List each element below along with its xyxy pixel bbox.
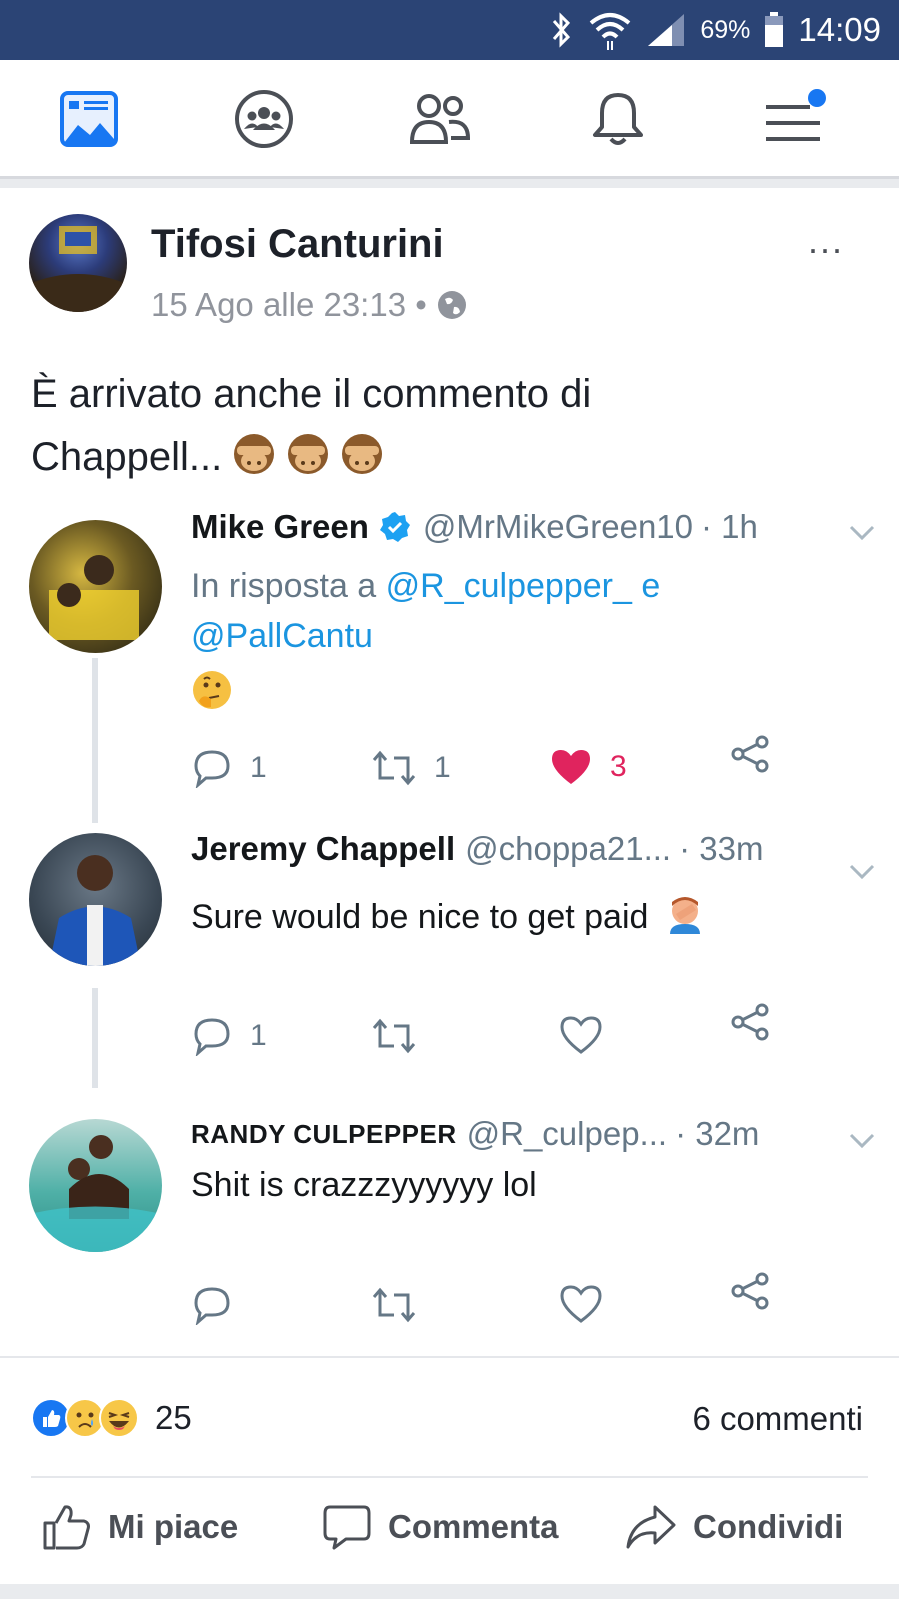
post-text-line2: Chappell...	[31, 435, 223, 479]
chevron-down-icon[interactable]	[848, 1131, 876, 1151]
reactions-summary[interactable]: 25	[31, 1398, 192, 1438]
more-options-button[interactable]: ...	[808, 220, 844, 262]
friends-icon	[409, 94, 471, 144]
reply-button[interactable]	[192, 1285, 232, 1325]
verified-badge-icon	[379, 512, 410, 542]
reply-mention[interactable]: @R_culpepper_	[386, 567, 632, 605]
retweet-icon	[372, 750, 416, 786]
reaction-count: 25	[155, 1399, 192, 1436]
like-button[interactable]: 3	[550, 748, 627, 786]
groups-icon	[235, 90, 293, 148]
tweet-header: Mike Green @MrMikeGreen10 · 1h	[191, 508, 758, 546]
bell-icon	[593, 93, 643, 145]
globe-icon	[437, 291, 466, 319]
share-button[interactable]	[730, 734, 770, 774]
tweet-time: · 32m	[675, 1115, 760, 1152]
tweet-header: Jeremy Chappell @choppa21... · 33m	[191, 830, 763, 868]
menu-badge	[808, 89, 826, 107]
tweet-text: Shit is crazzzyyyyyy lol	[191, 1166, 537, 1204]
tweet-handle[interactable]: @choppa21...	[465, 830, 671, 868]
tweet-handle[interactable]: @MrMikeGreen10	[423, 508, 693, 546]
battery-icon	[765, 12, 784, 47]
tweet-time: · 1h	[701, 508, 758, 545]
post-timestamp[interactable]: 15 Ago alle 23:13 •	[151, 286, 427, 324]
friends-tab[interactable]	[408, 87, 472, 151]
news-feed-tab[interactable]	[57, 87, 121, 151]
see-no-evil-monkey-emoji	[234, 434, 275, 474]
share-button[interactable]	[730, 1002, 770, 1042]
heart-icon	[560, 1016, 602, 1054]
bluetooth-icon	[553, 12, 571, 48]
tweet-author[interactable]: Jeremy Chappell	[191, 830, 455, 868]
tweet-reply-context: In risposta a @R_culpepper_ e @PallCantu	[191, 561, 660, 725]
tweet-avatar-mike-green[interactable]	[29, 520, 162, 653]
comment-icon	[323, 1505, 371, 1550]
reply-icon	[194, 1287, 230, 1325]
see-no-evil-monkey-emoji	[342, 434, 383, 474]
thumbs-up-icon	[43, 1505, 90, 1550]
post-author[interactable]: Tifosi Canturini	[151, 222, 444, 267]
like-post-button[interactable]: Mi piace	[42, 1503, 238, 1551]
tweet-header: RANDY CULPEPPER @R_culpep... · 32m	[191, 1115, 759, 1153]
retweet-button[interactable]: 1	[372, 748, 451, 788]
post-meta: 15 Ago alle 23:13 •	[151, 286, 467, 324]
retweet-icon	[372, 1018, 416, 1054]
thread-line	[92, 658, 98, 823]
tweet-handle[interactable]: @R_culpep...	[467, 1115, 667, 1153]
reply-icon	[194, 750, 230, 788]
post-text-line1: È arrivato anche il commento di	[31, 372, 592, 416]
menu-tab[interactable]	[762, 87, 826, 151]
retweet-button[interactable]	[372, 1016, 416, 1056]
reply-mention[interactable]: @PallCantu	[191, 611, 660, 661]
heart-filled-icon	[552, 750, 590, 784]
chevron-down-icon[interactable]	[848, 862, 876, 882]
signal-icon	[648, 14, 685, 46]
groups-tab[interactable]	[232, 87, 296, 151]
crowd-image	[29, 226, 127, 312]
tweet-text: Sure would be nice to get paid	[191, 892, 704, 942]
clock: 14:09	[798, 11, 881, 48]
wifi-icon	[590, 13, 631, 50]
feed-separator	[0, 179, 899, 188]
reply-button[interactable]: 1	[192, 748, 267, 788]
share-button[interactable]	[730, 1271, 770, 1311]
see-no-evil-monkey-emoji	[288, 434, 329, 474]
share-post-button[interactable]: Condividi	[625, 1503, 843, 1551]
thinking-face-emoji	[193, 671, 231, 709]
thread-line	[92, 988, 98, 1088]
page-avatar[interactable]	[29, 214, 127, 312]
reply-icon	[194, 1018, 230, 1056]
tweet-time: · 33m	[679, 830, 764, 867]
battery-percent: 69%	[700, 15, 751, 44]
heart-icon	[560, 1285, 602, 1323]
reply-button[interactable]: 1	[192, 1016, 267, 1056]
chevron-down-icon[interactable]	[848, 523, 876, 543]
notifications-tab[interactable]	[586, 87, 650, 151]
man-facepalming-emoji	[669, 897, 700, 934]
retweet-icon	[372, 1287, 416, 1323]
post-divider	[0, 1356, 899, 1358]
tweet-avatar-jeremy-chappell[interactable]	[29, 833, 162, 966]
share-arrow-icon	[626, 1505, 676, 1549]
menu-icon	[766, 89, 826, 141]
tweet-author[interactable]: Mike Green	[191, 508, 369, 546]
tweet-avatar-randy-culpepper[interactable]	[29, 1119, 162, 1252]
comment-button[interactable]: Commenta	[322, 1503, 559, 1551]
comments-count[interactable]: 6 commenti	[692, 1400, 863, 1438]
feed-separator	[0, 1584, 899, 1599]
nav-bar	[0, 60, 899, 179]
share-icon	[731, 1272, 769, 1310]
like-button[interactable]	[560, 1285, 602, 1323]
like-button[interactable]	[560, 1016, 602, 1054]
post-text: È arrivato anche il commento di Chappell…	[31, 363, 871, 489]
share-icon	[731, 735, 769, 773]
news-feed-icon	[60, 91, 118, 147]
tweet-author[interactable]: RANDY CULPEPPER	[191, 1119, 457, 1150]
share-icon	[731, 1003, 769, 1041]
retweet-button[interactable]	[372, 1285, 416, 1325]
actions-divider	[31, 1476, 868, 1478]
status-bar: 69% 14:09	[0, 0, 899, 60]
haha-reaction-icon	[99, 1398, 139, 1438]
